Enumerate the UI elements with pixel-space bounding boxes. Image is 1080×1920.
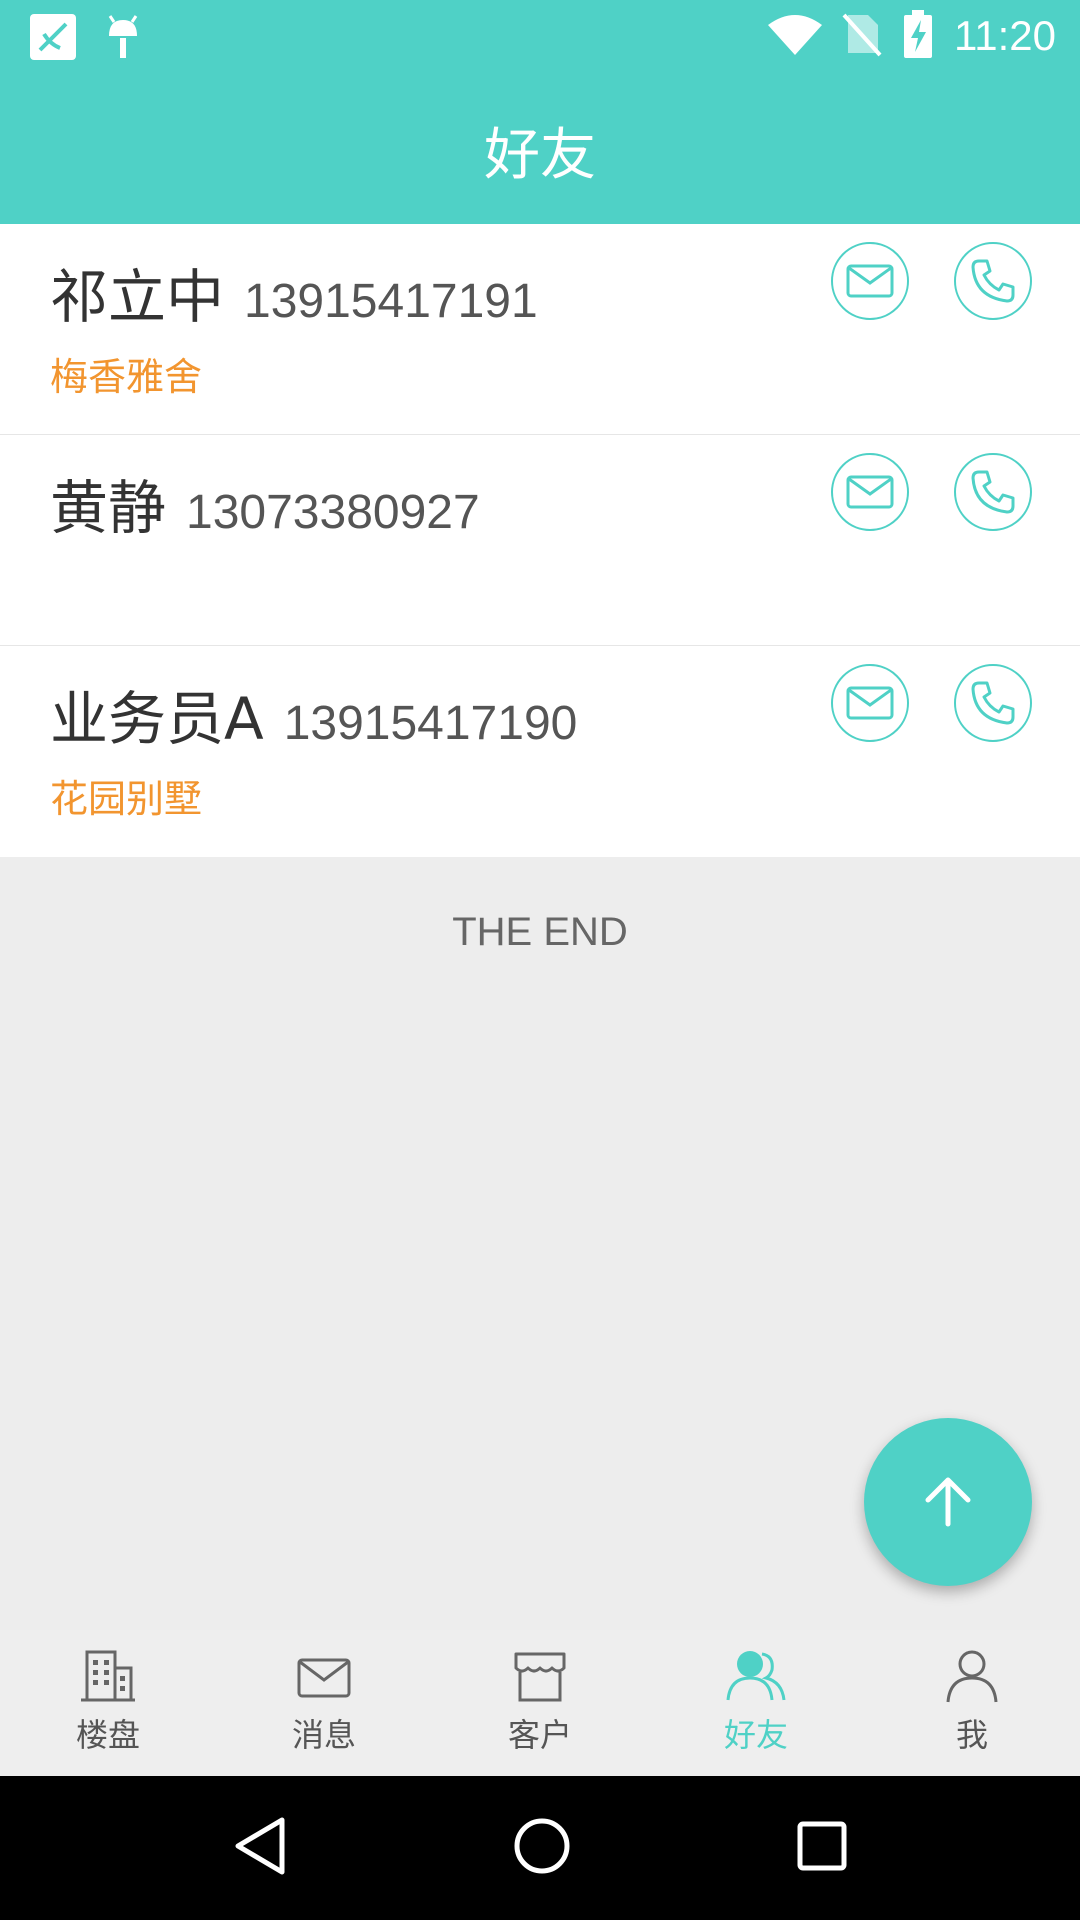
building-icon <box>81 1650 135 1702</box>
system-navigation-bar <box>0 1776 1080 1920</box>
battery-charging-icon <box>902 10 934 62</box>
back-icon <box>235 1817 285 1875</box>
recents-button[interactable] <box>796 1820 848 1876</box>
call-button[interactable] <box>954 242 1032 320</box>
back-button[interactable] <box>232 1816 288 1880</box>
friend-company: 梅香雅舍 <box>50 355 203 399</box>
phone-icon <box>971 681 1015 725</box>
message-button[interactable] <box>831 453 909 531</box>
app-notification-icon <box>30 14 76 64</box>
tab-friends[interactable]: 好友 <box>648 1630 864 1776</box>
mail-icon <box>846 264 894 298</box>
status-time: 11:20 <box>954 12 1056 59</box>
page-title: 好友 <box>484 122 596 188</box>
friend-list: 祁立中 13915417191 梅香雅舍 黄静 13073380927 业务员A… <box>0 224 1080 857</box>
wifi-icon <box>768 11 822 61</box>
tab-label: 消息 <box>291 1716 356 1754</box>
message-icon <box>297 1658 351 1698</box>
tab-me[interactable]: 我 <box>864 1630 1080 1776</box>
home-button[interactable] <box>513 1817 571 1879</box>
call-button[interactable] <box>954 664 1032 742</box>
store-icon <box>514 1652 566 1702</box>
bottom-tab-bar: 楼盘 消息 客户 好友 我 <box>0 1630 1080 1776</box>
list-end-label: THE END <box>452 910 628 954</box>
tab-messages[interactable]: 消息 <box>216 1630 432 1776</box>
friend-phone: 13915417191 <box>244 275 538 328</box>
friend-phone: 13915417190 <box>283 697 578 750</box>
no-sim-icon <box>842 11 882 61</box>
friend-phone: 13073380927 <box>186 486 480 539</box>
friend-item[interactable]: 黄静 13073380927 <box>0 435 1080 646</box>
friends-icon <box>726 1651 786 1701</box>
friend-name: 黄静 <box>50 474 167 542</box>
message-button[interactable] <box>831 242 909 320</box>
tab-label: 客户 <box>507 1716 572 1754</box>
call-button[interactable] <box>954 453 1032 531</box>
title-bar: 好友 <box>0 76 1080 224</box>
friend-name: 业务员A <box>50 685 264 753</box>
tab-label: 好友 <box>723 1716 788 1754</box>
friend-name: 祁立中 <box>50 263 225 331</box>
home-icon <box>514 1818 570 1874</box>
message-button[interactable] <box>831 664 909 742</box>
person-icon <box>946 1650 998 1703</box>
android-debug-icon <box>106 14 140 64</box>
friend-item[interactable]: 祁立中 13915417191 梅香雅舍 <box>0 224 1080 435</box>
recents-icon <box>797 1821 847 1871</box>
phone-icon <box>971 259 1015 303</box>
tab-buildings[interactable]: 楼盘 <box>0 1630 216 1776</box>
phone-icon <box>971 470 1015 514</box>
arrow-up-icon <box>925 1477 971 1527</box>
mail-icon <box>846 475 894 509</box>
friend-item[interactable]: 业务员A 13915417190 花园别墅 <box>0 646 1080 857</box>
scroll-to-top-button[interactable] <box>864 1418 1032 1586</box>
mail-icon <box>846 686 894 720</box>
tab-label: 我 <box>955 1716 988 1754</box>
friend-company: 花园别墅 <box>50 777 203 821</box>
tab-label: 楼盘 <box>75 1716 140 1754</box>
tab-customers[interactable]: 客户 <box>432 1630 648 1776</box>
status-bar: 11:20 <box>0 0 1080 76</box>
